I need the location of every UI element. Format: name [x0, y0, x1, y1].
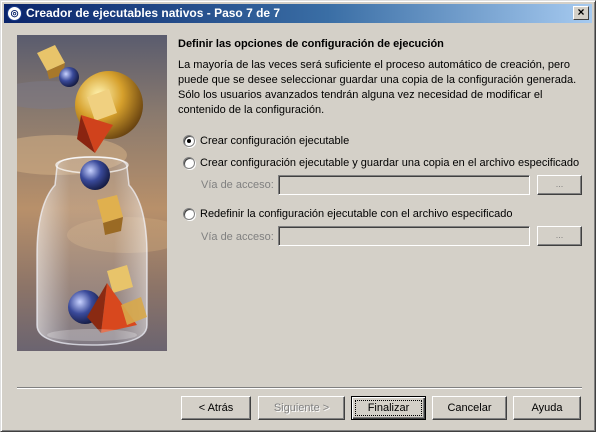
option-label: Crear configuración ejecutable y guardar…: [200, 157, 580, 169]
back-button[interactable]: < Atrás: [181, 396, 251, 420]
close-button[interactable]: ×: [573, 6, 589, 20]
option-label: Crear configuración ejecutable: [200, 135, 350, 147]
page-description: La mayoría de las veces será suficiente …: [178, 59, 577, 116]
browse-button-2[interactable]: ...: [537, 226, 582, 246]
next-button[interactable]: Siguiente >: [258, 396, 345, 420]
page-heading: Definir las opciones de configuración de…: [178, 38, 444, 50]
radio-button[interactable]: [183, 208, 195, 220]
finish-button[interactable]: Finalizar: [351, 396, 426, 420]
radio-button-checked[interactable]: [183, 135, 195, 147]
app-icon: ◎: [7, 6, 22, 21]
option-create-config[interactable]: Crear configuración ejecutable: [183, 133, 349, 149]
path-label-2: Vía de acceso:: [201, 231, 274, 243]
focus-rect: [355, 400, 422, 416]
wizard-dialog: ◎ Creador de ejecutables nativos - Paso …: [0, 0, 596, 432]
title-bar: ◎ Creador de ejecutables nativos - Paso …: [4, 4, 592, 23]
cancel-button[interactable]: Cancelar: [432, 396, 507, 420]
browse-button-1[interactable]: ...: [537, 175, 582, 195]
path-input-2[interactable]: [278, 226, 530, 246]
path-label-1: Vía de acceso:: [201, 179, 274, 191]
wizard-side-image: [17, 35, 167, 351]
decorative-illustration: [17, 35, 167, 351]
option-create-and-save-config[interactable]: Crear configuración ejecutable y guardar…: [183, 155, 579, 171]
path-input-1[interactable]: [278, 175, 530, 195]
footer-separator: [17, 387, 582, 389]
help-button[interactable]: Ayuda: [513, 396, 581, 420]
radio-button[interactable]: [183, 157, 195, 169]
option-label: Redefinir la configuración ejecutable co…: [200, 208, 513, 220]
window-title: Creador de ejecutables nativos - Paso 7 …: [26, 6, 281, 20]
option-redefine-config[interactable]: Redefinir la configuración ejecutable co…: [183, 206, 512, 222]
